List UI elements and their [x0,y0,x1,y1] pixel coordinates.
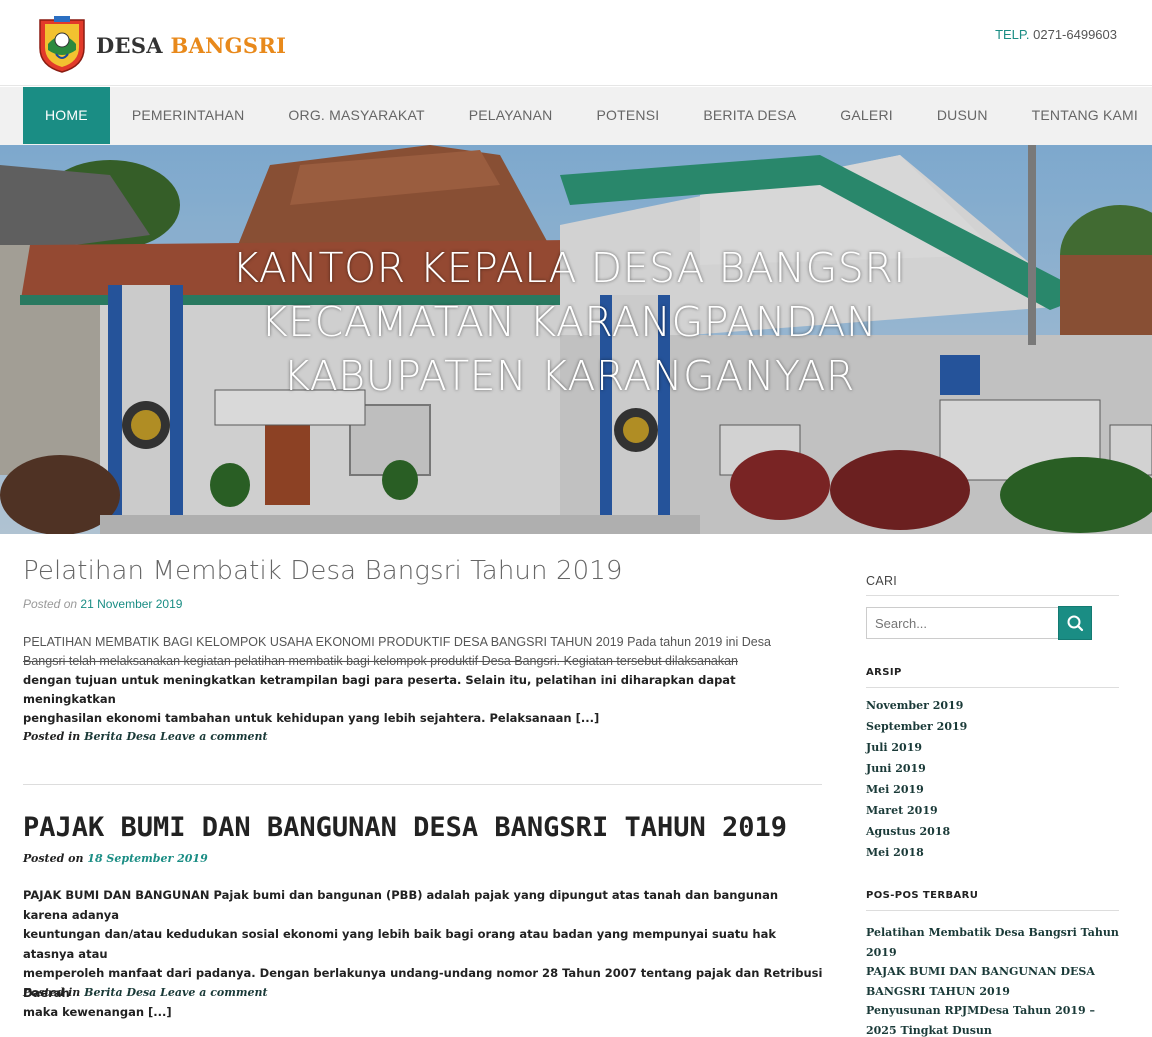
nav-item-potensi[interactable]: POTENSI [574,87,681,144]
posted-in-label: Posted in [23,730,81,743]
archive-link[interactable]: September 2019 [866,720,967,741]
site-title[interactable]: DESA BANGSRI [96,33,286,58]
site-title-bangsri: BANGSRI [170,33,287,58]
archive-link[interactable]: Juni 2019 [866,762,967,783]
recent-post-link[interactable]: Pelatihan Membatik Desa Bangsri Tahun 20… [866,923,1126,962]
excerpt-line: dengan tujuan untuk meningkatkan ketramp… [23,673,736,706]
post-divider [23,784,822,785]
post-meta: Posted in Berita Desa Leave a comment [23,730,268,743]
post-date-line: Posted on 21 November 2019 [23,597,182,611]
post-title[interactable]: Pelatihan Membatik Desa Bangsri Tahun 20… [23,556,623,586]
archive-link[interactable]: Mei 2019 [866,783,967,804]
archive-link[interactable]: Mei 2018 [866,846,967,867]
karanganyar-emblem-logo[interactable] [36,14,88,74]
site-header: DESA BANGSRI TELP. 0271-6499603 [0,0,1152,86]
hero-title-line3: KABUPATEN KARANGANYAR [283,352,855,400]
post-meta: Posted in Berita Desa Leave a comment [23,986,268,999]
category-link[interactable]: Berita Desa [84,986,156,999]
phone-info: TELP. 0271-6499603 [995,27,1117,42]
leave-comment-link[interactable]: Leave a comment [160,986,267,999]
excerpt-line[interactable]: penghasilan ekonomi tambahan untuk kehid… [23,709,813,728]
phone-label: TELP. [995,27,1030,42]
hero-title-line1: KANTOR KEPALA DESA BANGSRI [232,244,906,292]
excerpt-line: Bangsri telah melaksanakan kegiatan pela… [23,654,739,668]
recent-post-link[interactable]: Penyusunan RPJMDesa Tahun 2019 – 2025 Ti… [866,1001,1126,1037]
widget-divider [866,595,1119,596]
site-title-desa: DESA [96,33,163,58]
excerpt-line: PELATIHAN MEMBATIK BAGI KELOMPOK USAHA E… [23,635,771,649]
posted-on-label: Posted on [23,597,78,611]
nav-item-home[interactable]: HOME [23,87,110,144]
search-button[interactable] [1058,606,1092,640]
search-widget-title: CARI [866,574,898,588]
post-date-link[interactable]: 21 November 2019 [80,597,182,611]
archive-widget-title: ARSIP [866,667,902,678]
post-date-link[interactable]: 18 September 2019 [87,852,207,865]
recent-posts-widget-title: POS-POS TERBARU [866,890,979,901]
hero-banner: KANTOR KEPALA DESA BANGSRI KECAMATAN KAR… [0,145,1152,534]
recent-posts-list: Pelatihan Membatik Desa Bangsri Tahun 20… [866,923,1126,1037]
nav-item-pemerintahan[interactable]: PEMERINTAHAN [110,87,267,144]
posted-on-label: Posted on [23,852,84,865]
archive-list: November 2019 September 2019 Juli 2019 J… [866,699,967,867]
post-date-line: Posted on 18 September 2019 [23,852,208,865]
nav-item-galeri[interactable]: GALERI [818,87,915,144]
phone-number: 0271-6499603 [1033,27,1117,42]
posted-in-label: Posted in [23,986,81,999]
nav-item-berita-desa[interactable]: BERITA DESA [681,87,818,144]
widget-divider [866,910,1119,911]
recent-post-link[interactable]: PAJAK BUMI DAN BANGUNAN DESA BANGSRI TAH… [866,962,1126,1001]
widget-divider [866,687,1119,688]
main-navigation: HOME PEMERINTAHAN ORG. MASYARAKAT PELAYA… [0,87,1152,145]
search-input[interactable] [866,607,1059,639]
post-title[interactable]: PAJAK BUMI DAN BANGUNAN DESA BANGSRI TAH… [23,812,787,843]
excerpt-line: keuntungan dan/atau kedudukan sosial eko… [23,927,777,961]
nav-item-dusun[interactable]: DUSUN [915,87,1010,144]
nav-item-org-masyarakat[interactable]: ORG. MASYARAKAT [266,87,446,144]
excerpt-line[interactable]: maka kewenangan [...] [23,1003,823,1023]
nav-item-pelayanan[interactable]: PELAYANAN [447,87,575,144]
nav-item-tentang-kami[interactable]: TENTANG KAMI [1010,87,1152,144]
archive-link[interactable]: Juli 2019 [866,741,967,762]
post-excerpt: PAJAK BUMI DAN BANGUNAN Pajak bumi dan b… [23,886,823,1023]
category-link[interactable]: Berita Desa [84,730,156,743]
archive-link[interactable]: Agustus 2018 [866,825,967,846]
excerpt-line: PAJAK BUMI DAN BANGUNAN Pajak bumi dan b… [23,888,779,922]
hero-title: KANTOR KEPALA DESA BANGSRI KECAMATAN KAR… [0,241,1138,403]
search-icon [1067,615,1084,632]
hero-title-line2: KECAMATAN KARANGPANDAN [260,298,878,346]
post-excerpt: PELATIHAN MEMBATIK BAGI KELOMPOK USAHA E… [23,633,813,728]
leave-comment-link[interactable]: Leave a comment [160,730,267,743]
archive-link[interactable]: Maret 2019 [866,804,967,825]
archive-link[interactable]: November 2019 [866,699,967,720]
